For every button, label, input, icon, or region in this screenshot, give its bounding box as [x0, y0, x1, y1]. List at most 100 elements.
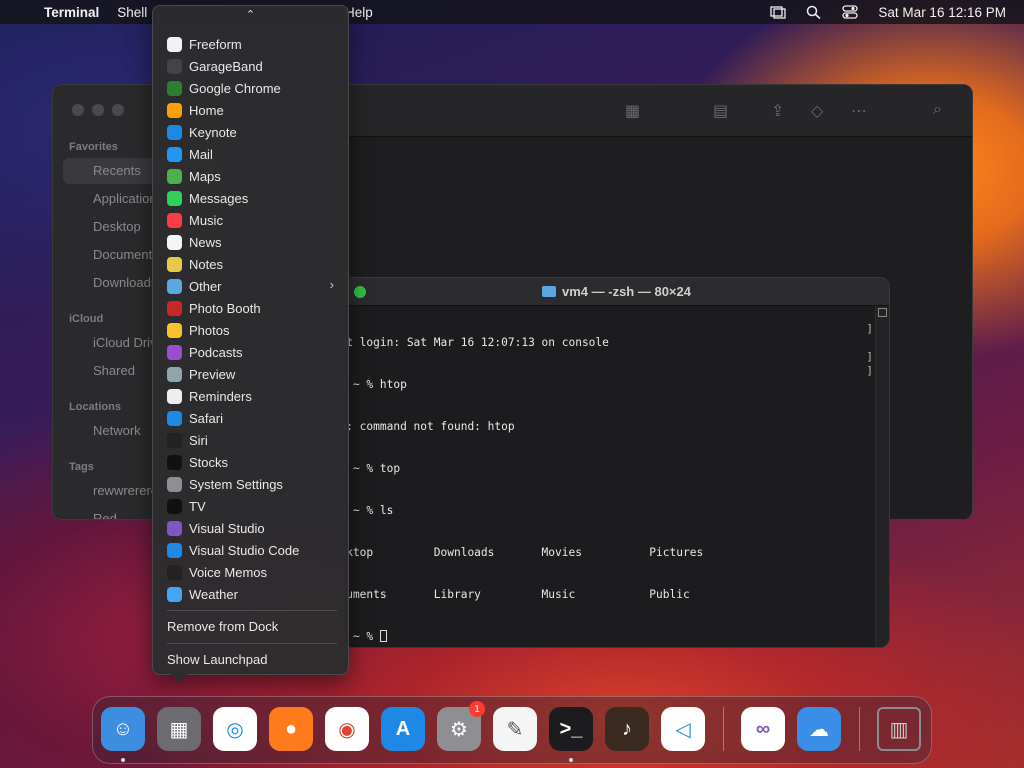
menu-item-notes[interactable]: Notes	[161, 253, 342, 275]
chrome-icon[interactable]: ◉	[325, 707, 369, 751]
close-dot[interactable]	[72, 104, 84, 116]
menu-item-preview[interactable]: Preview	[161, 363, 342, 385]
terminal-cursor	[379, 630, 387, 642]
sidebar-item-documents[interactable]: Documents	[93, 247, 159, 262]
textedit-icon[interactable]: ✎	[493, 707, 537, 751]
sidebar-item-network[interactable]: Network	[93, 423, 141, 438]
menu-app-name[interactable]: Terminal	[44, 5, 99, 20]
menu-item-podcasts[interactable]: Podcasts	[161, 341, 342, 363]
visual-studio-icon[interactable]: ∞	[741, 707, 785, 751]
vscode-icon	[167, 542, 182, 558]
music-icon	[167, 212, 182, 228]
keynote-icon	[167, 124, 182, 140]
show-launchpad-item[interactable]: Show Launchpad	[167, 652, 267, 667]
terminal-content[interactable]: Last login: Sat Mar 16 12:07:13 on conso…	[344, 308, 703, 647]
menu-item-label: Reminders	[189, 388, 252, 404]
zoom-dot[interactable]	[112, 104, 124, 116]
running-indicator	[569, 758, 573, 762]
voice-memos-icon	[167, 564, 182, 580]
firefox-icon[interactable]: ●	[269, 707, 313, 751]
app-store-icon[interactable]: A	[381, 707, 425, 751]
safari-icon[interactable]: ◎	[213, 707, 257, 751]
scroll-knob[interactable]	[878, 308, 887, 317]
menu-item-label: Music	[189, 212, 223, 228]
terminal-titlebar[interactable]: vm4 — -zsh — 80×24	[344, 278, 889, 306]
trash-icon[interactable]: ▥	[877, 707, 921, 751]
sidebar-item-desktop[interactable]: Desktop	[93, 219, 141, 234]
menu-item-tv[interactable]: TV	[161, 495, 342, 517]
share-icon[interactable]: ⇪	[771, 101, 784, 121]
group-icon[interactable]: ▤	[713, 101, 728, 121]
vscode-icon[interactable]: ◁	[661, 707, 705, 751]
garageband-icon[interactable]: ♪	[605, 707, 649, 751]
menu-item-keynote[interactable]: Keynote	[161, 121, 342, 143]
menu-item-label: TV	[189, 498, 206, 514]
home-icon	[167, 102, 182, 118]
menu-item-label: Mail	[189, 146, 213, 162]
sidebar-item-shared[interactable]: Shared	[93, 363, 135, 378]
menu-item-other[interactable]: Other ›	[161, 275, 342, 297]
menu-item-label: Voice Memos	[189, 564, 268, 580]
terminal-title: vm4 — -zsh — 80×24	[344, 284, 889, 299]
menu-item-label: Notes	[189, 256, 223, 272]
section-locations: Locations	[69, 401, 121, 413]
view-grid-icon[interactable]: ▦	[625, 101, 640, 121]
finder-icon[interactable]: ☺	[101, 707, 145, 751]
menu-item-google-chrome[interactable]: Google Chrome	[161, 77, 342, 99]
finder-search-icon[interactable]: ⌕	[933, 101, 942, 119]
sidebar-item-downloads[interactable]: Downloads	[93, 275, 157, 290]
menu-item-weather[interactable]: Weather	[161, 583, 342, 605]
menu-item-label: Keynote	[189, 124, 237, 140]
section-tags: Tags	[69, 461, 94, 473]
sidebar-tag-2[interactable]: Red	[93, 511, 117, 519]
terminal-prompt-line: vm4 ~ %	[344, 630, 703, 644]
podcasts-icon	[167, 344, 182, 360]
menu-item-news[interactable]: News	[161, 231, 342, 253]
menu-shell[interactable]: Shell	[117, 5, 147, 20]
menu-item-garageband[interactable]: GarageBand	[161, 55, 342, 77]
remove-from-dock-item[interactable]: Remove from Dock	[167, 619, 278, 634]
menu-item-freeform[interactable]: Freeform	[161, 33, 342, 55]
more-icon[interactable]: ⋯	[851, 101, 867, 121]
weather-icon[interactable]: ☁	[797, 707, 841, 751]
menu-item-maps[interactable]: Maps	[161, 165, 342, 187]
notification-badge: 1	[469, 701, 485, 717]
dock-divider	[859, 707, 860, 751]
terminal-window[interactable]: vm4 — -zsh — 80×24 Last login: Sat Mar 1…	[343, 277, 890, 648]
menu-item-mail[interactable]: Mail	[161, 143, 342, 165]
menu-item-visual-studio-code[interactable]: Visual Studio Code	[161, 539, 342, 561]
menu-item-voice-memos[interactable]: Voice Memos	[161, 561, 342, 583]
menu-item-siri[interactable]: Siri	[161, 429, 342, 451]
menu-item-label: Maps	[189, 168, 221, 184]
scroll-up-icon[interactable]: ⌃	[153, 8, 348, 21]
terminal-icon[interactable]: >_	[549, 707, 593, 751]
menu-item-music[interactable]: Music	[161, 209, 342, 231]
menu-item-label: GarageBand	[189, 58, 263, 74]
menu-item-label: Freeform	[189, 36, 242, 52]
launchpad-icon[interactable]: ▦	[157, 707, 201, 751]
menu-item-photo-booth[interactable]: Photo Booth	[161, 297, 342, 319]
control-center-icon[interactable]	[842, 5, 859, 19]
terminal-scrollbar[interactable]	[875, 306, 889, 647]
minimize-dot[interactable]	[92, 104, 104, 116]
folder-icon	[167, 278, 182, 294]
menu-item-safari[interactable]: Safari	[161, 407, 342, 429]
menu-item-system-settings[interactable]: System Settings	[161, 473, 342, 495]
menu-item-stocks[interactable]: Stocks	[161, 451, 342, 473]
menu-item-label: Stocks	[189, 454, 229, 470]
menu-clock[interactable]: Sat Mar 16 12:16 PM	[878, 5, 1006, 20]
menu-item-home[interactable]: Home	[161, 99, 342, 121]
stocks-icon	[167, 454, 182, 470]
search-icon[interactable]	[806, 5, 822, 20]
menu-item-visual-studio[interactable]: Visual Studio	[161, 517, 342, 539]
menu-item-messages[interactable]: Messages	[161, 187, 342, 209]
tag-icon[interactable]: ◇	[811, 101, 823, 121]
menu-help[interactable]: Help	[345, 5, 373, 20]
screen-mirroring-icon[interactable]	[770, 5, 787, 19]
menu-item-label: Photo Booth	[189, 300, 261, 316]
dock-context-menu: ⌃ Freeform GarageBand Google Chrome Home Key…	[152, 5, 349, 675]
menu-item-reminders[interactable]: Reminders	[161, 385, 342, 407]
sidebar-tag-1[interactable]: rewwrerere	[93, 483, 158, 498]
menu-item-photos[interactable]: Photos	[161, 319, 342, 341]
sidebar-item-recents[interactable]: Recents	[93, 163, 141, 178]
